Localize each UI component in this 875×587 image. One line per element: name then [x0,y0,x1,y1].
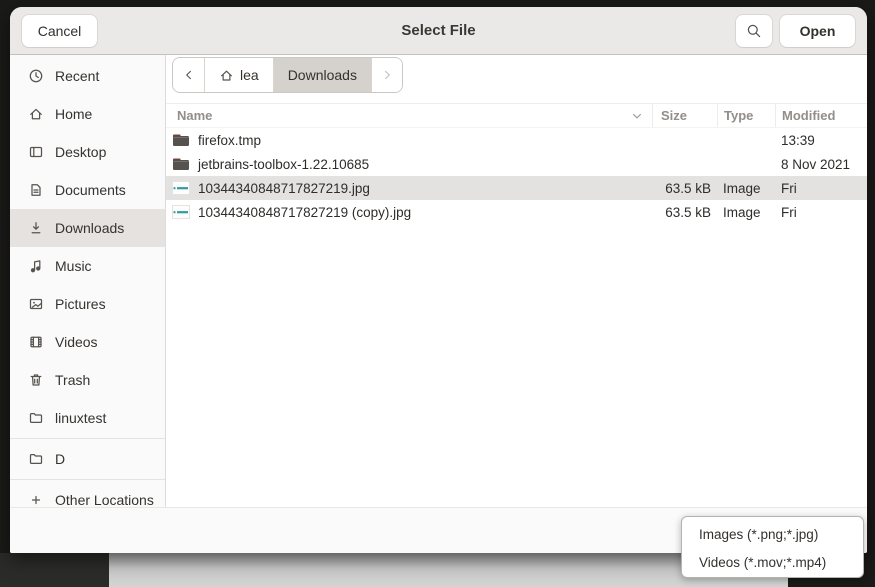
sidebar-item-linuxtest[interactable]: linuxtest [10,399,165,437]
sidebar-item-videos[interactable]: Videos [10,323,165,361]
sort-chevron-down-icon [631,110,643,122]
image-thumbnail-icon [172,205,190,219]
sidebar-separator [10,479,165,480]
dialog-headerbar: Select File Cancel Open [10,7,867,55]
column-header-name[interactable]: Name [166,104,652,127]
download-icon [28,220,44,236]
folder-icon [172,157,190,171]
filter-option-videos[interactable]: Videos (*.mov;*.mp4) [682,548,863,576]
sidebar-item-downloads[interactable]: Downloads [10,209,165,247]
cancel-button[interactable]: Cancel [22,15,97,47]
column-header-type[interactable]: Type [717,104,775,127]
image-thumbnail-icon [172,181,190,195]
path-bar: lea Downloads [172,57,403,93]
music-note-icon [28,258,44,274]
file-chooser-dialog: Select File Cancel Open Recent Home Desk… [10,7,867,553]
file-row-jetbrains-toolbox[interactable]: jetbrains-toolbox-1.22.10685 8 Nov 2021 [166,152,867,176]
clock-icon [28,68,44,84]
trash-icon [28,372,44,388]
folder-icon [172,133,190,147]
breadcrumb-home[interactable]: lea [204,58,273,92]
sidebar-item-music[interactable]: Music [10,247,165,285]
sidebar-item-desktop[interactable]: Desktop [10,133,165,171]
places-sidebar: Recent Home Desktop Documents Downloads … [10,55,166,507]
home-icon [28,106,44,122]
list-column-headers: Name Size Type Modified [166,103,867,128]
search-icon [746,23,762,39]
background-dark-window [0,553,109,587]
filter-option-images[interactable]: Images (*.png;*.jpg) [682,520,863,548]
forward-button[interactable] [371,58,402,92]
sidebar-separator [10,438,165,439]
column-header-modified[interactable]: Modified [775,104,867,127]
file-row-jpg-selected[interactable]: 10344340848717827219.jpg 63.5 kB Image F… [166,176,867,200]
file-row-jpg-copy[interactable]: 10344340848717827219 (copy).jpg 63.5 kB … [166,200,867,224]
search-button[interactable] [736,15,772,47]
desktop-icon [28,144,44,160]
sidebar-item-pictures[interactable]: Pictures [10,285,165,323]
sidebar-item-trash[interactable]: Trash [10,361,165,399]
other-locations-icon [28,492,44,507]
film-icon [28,334,44,350]
folder-icon [28,451,44,467]
sidebar-item-documents[interactable]: Documents [10,171,165,209]
home-icon [219,68,234,83]
file-filter-dropdown: Images (*.png;*.jpg) Videos (*.mov;*.mp4… [681,516,864,578]
column-header-size[interactable]: Size [652,104,717,127]
folder-icon [28,410,44,426]
sidebar-item-other-locations[interactable]: Other Locations [10,481,165,507]
sidebar-item-home[interactable]: Home [10,95,165,133]
back-button[interactable] [173,58,204,92]
open-button[interactable]: Open [780,15,855,47]
sidebar-item-d[interactable]: D [10,440,165,478]
breadcrumb-downloads[interactable]: Downloads [273,58,371,92]
sidebar-item-recent[interactable]: Recent [10,57,165,95]
file-row-firefox-tmp[interactable]: firefox.tmp 13:39 [166,128,867,152]
picture-icon [28,296,44,312]
file-pane: lea Downloads Name Size Type Modi [166,55,867,507]
document-icon [28,182,44,198]
file-list: firefox.tmp 13:39 jetbrains-toolbox-1.22… [166,128,867,507]
